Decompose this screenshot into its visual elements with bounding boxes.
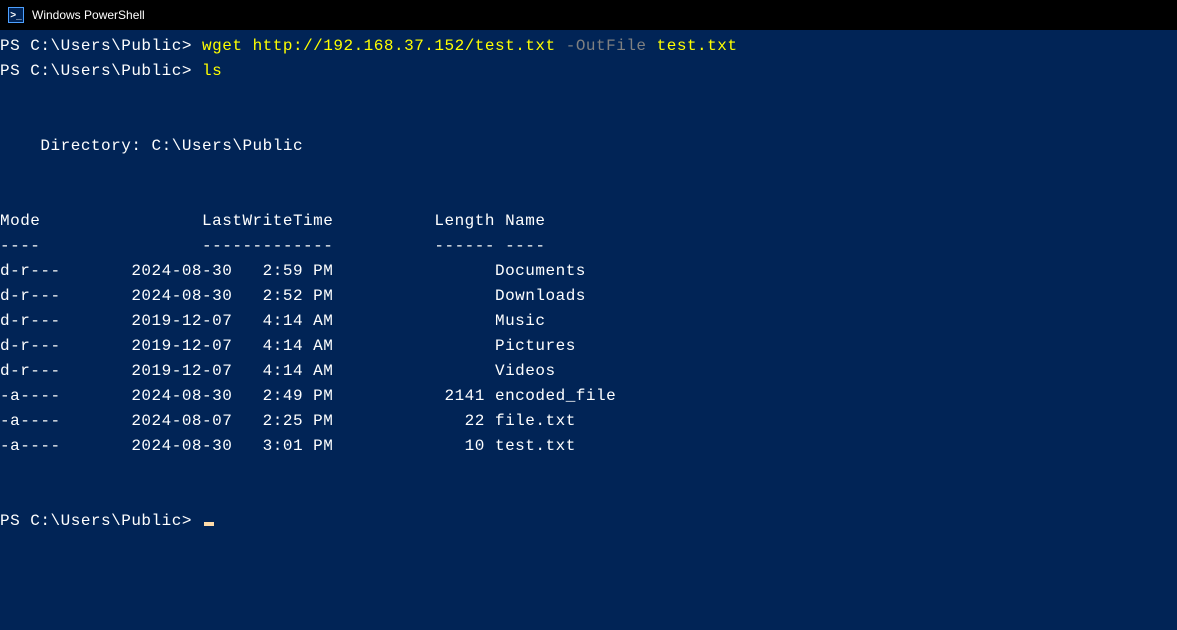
blank-line (0, 159, 1177, 184)
directory-label: Directory: C:\Users\Public (0, 137, 303, 155)
cursor (204, 522, 214, 526)
listing-row: -a---- 2024-08-30 3:01 PM 10 test.txt (0, 437, 576, 455)
listing-divider: ---- ------------- ------ ---- (0, 237, 545, 255)
prompt: PS C:\Users\Public> (0, 62, 192, 80)
window-titlebar[interactable]: >_ Windows PowerShell (0, 0, 1177, 30)
entry-line: d-r--- 2019-12-07 4:14 AM Videos (0, 359, 1177, 384)
listing-row: -a---- 2024-08-30 2:49 PM 2141 encoded_f… (0, 387, 616, 405)
terminal-area[interactable]: PS C:\Users\Public> wget http://192.168.… (0, 30, 1177, 534)
directory-line: Directory: C:\Users\Public (0, 134, 1177, 159)
listing-row: d-r--- 2024-08-30 2:52 PM Downloads (0, 287, 586, 305)
command-arg-url: http://192.168.37.152/test.txt (253, 37, 556, 55)
prompt-line: PS C:\Users\Public> (0, 509, 1177, 534)
command-name: ls (202, 62, 222, 80)
prompt: PS C:\Users\Public> (0, 37, 192, 55)
powershell-icon: >_ (8, 7, 24, 23)
command-flag: -OutFile (566, 37, 647, 55)
command-arg-file: test.txt (657, 37, 738, 55)
command-line: PS C:\Users\Public> wget http://192.168.… (0, 34, 1177, 59)
entry-line: d-r--- 2024-08-30 2:52 PM Downloads (0, 284, 1177, 309)
window-title: Windows PowerShell (32, 8, 145, 22)
entry-line: d-r--- 2019-12-07 4:14 AM Pictures (0, 334, 1177, 359)
entry-line: -a---- 2024-08-30 3:01 PM 10 test.txt (0, 434, 1177, 459)
listing-row: d-r--- 2024-08-30 2:59 PM Documents (0, 262, 586, 280)
listing-row: d-r--- 2019-12-07 4:14 AM Videos (0, 362, 556, 380)
blank-line (0, 184, 1177, 209)
blank-line (0, 109, 1177, 134)
listing-row: d-r--- 2019-12-07 4:14 AM Pictures (0, 337, 576, 355)
blank-line (0, 484, 1177, 509)
entry-line: -a---- 2024-08-07 2:25 PM 22 file.txt (0, 409, 1177, 434)
entry-line: d-r--- 2019-12-07 4:14 AM Music (0, 309, 1177, 334)
listing-header: Mode LastWriteTime Length Name (0, 212, 545, 230)
header-line: Mode LastWriteTime Length Name (0, 209, 1177, 234)
listing-row: -a---- 2024-08-07 2:25 PM 22 file.txt (0, 412, 576, 430)
blank-line (0, 459, 1177, 484)
command-line: PS C:\Users\Public> ls (0, 59, 1177, 84)
divider-line: ---- ------------- ------ ---- (0, 234, 1177, 259)
listing-row: d-r--- 2019-12-07 4:14 AM Music (0, 312, 545, 330)
entry-line: d-r--- 2024-08-30 2:59 PM Documents (0, 259, 1177, 284)
command-name: wget (202, 37, 242, 55)
blank-line (0, 84, 1177, 109)
entry-line: -a---- 2024-08-30 2:49 PM 2141 encoded_f… (0, 384, 1177, 409)
prompt: PS C:\Users\Public> (0, 512, 192, 530)
